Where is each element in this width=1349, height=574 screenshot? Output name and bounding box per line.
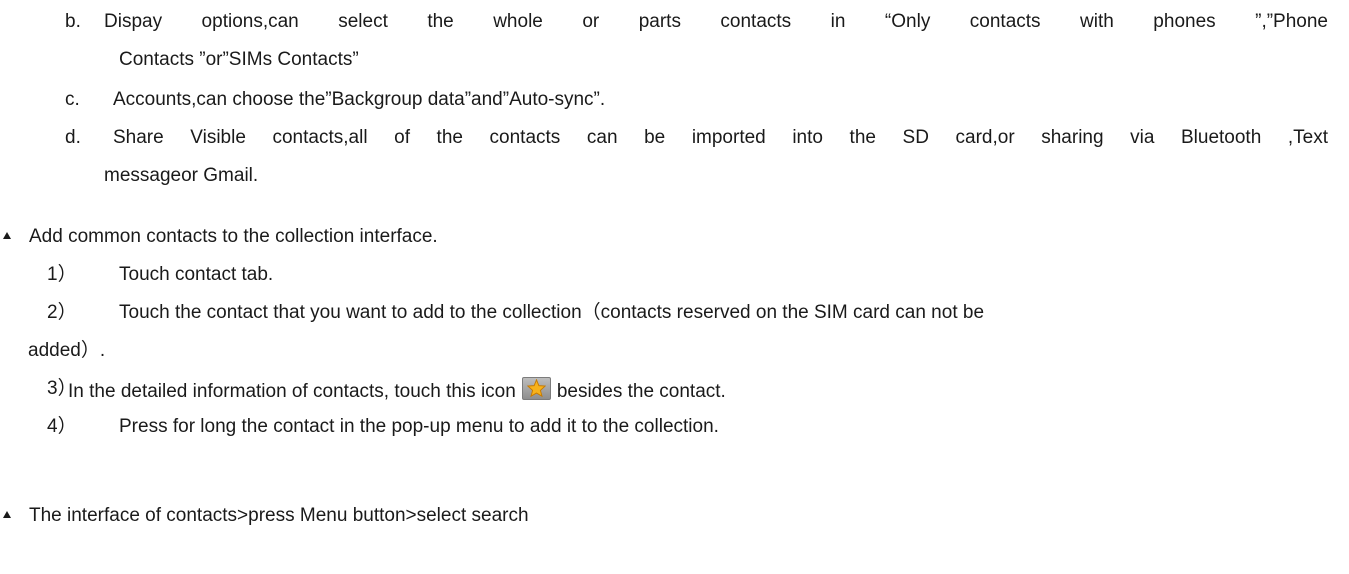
list-item-d-marker: d. bbox=[65, 127, 81, 148]
section-heading-collection: Add common contacts to the collection in… bbox=[29, 226, 438, 247]
list-item-b-line1: Dispay options,can select the whole or p… bbox=[104, 11, 1328, 32]
list-item-b-line2: Contacts ”or”SIMs Contacts” bbox=[119, 49, 359, 70]
list-item-d-line1: Share Visible contacts,all of the contac… bbox=[113, 127, 1328, 148]
step-2-number: 2） bbox=[47, 302, 77, 323]
star-icon bbox=[521, 377, 551, 400]
step-2-text: Touch the contact that you want to add t… bbox=[119, 302, 985, 323]
step-3-text-after: besides the contact. bbox=[556, 381, 726, 402]
step-1-number: 1） bbox=[47, 264, 77, 285]
list-item-b-marker: b. bbox=[65, 11, 81, 32]
section-heading-search: The interface of contacts>press Menu but… bbox=[29, 505, 529, 526]
list-item-d-line2: messageor Gmail. bbox=[104, 165, 259, 186]
bullet-icon bbox=[3, 232, 11, 239]
step-4-number: 4） bbox=[47, 416, 77, 437]
bullet-icon bbox=[3, 511, 11, 518]
list-item-c-marker: c. bbox=[65, 89, 80, 110]
manual-page: b. Dispay options,can select the whole o… bbox=[0, 0, 1349, 574]
list-item-c-text: Accounts,can choose the”Backgroup data”a… bbox=[113, 89, 606, 110]
step-3-text: In the detailed information of contacts,… bbox=[68, 377, 726, 404]
step-3-text-before: In the detailed information of contacts,… bbox=[68, 381, 516, 402]
step-1-text: Touch contact tab. bbox=[119, 264, 274, 285]
step-2-continuation: added）. bbox=[28, 340, 106, 361]
step-4-text: Press for long the contact in the pop-up… bbox=[119, 416, 719, 437]
